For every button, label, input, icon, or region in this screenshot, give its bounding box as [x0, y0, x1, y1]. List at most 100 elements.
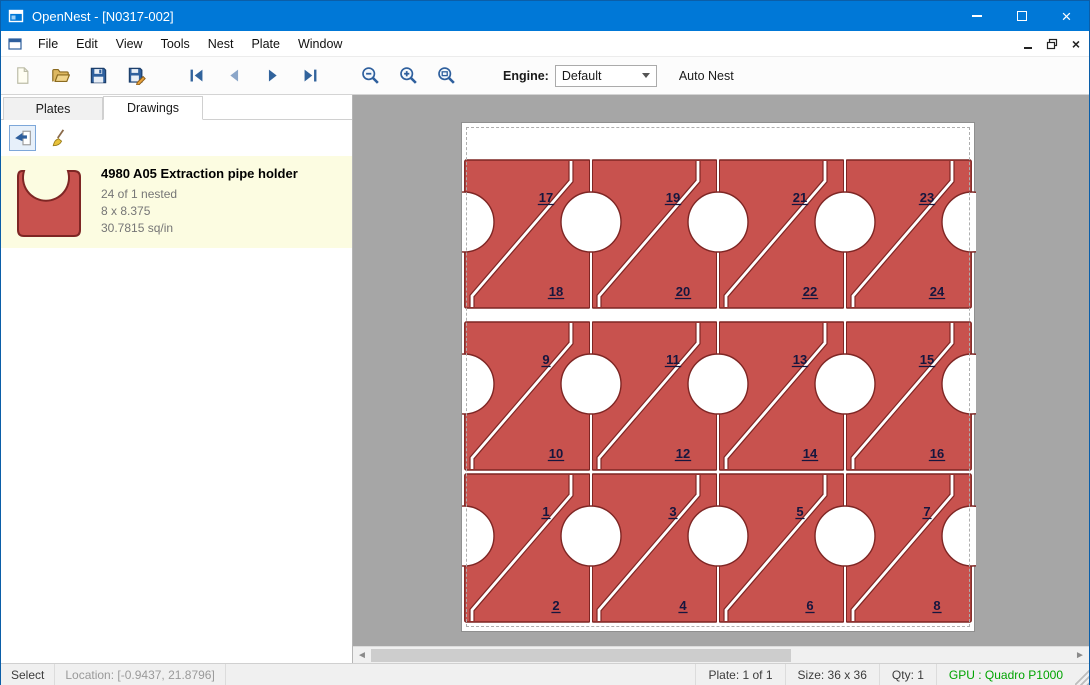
- new-button[interactable]: [7, 61, 37, 91]
- minimize-icon: [972, 15, 982, 17]
- part-number-label[interactable]: 4: [679, 598, 687, 613]
- tab-drawings[interactable]: Drawings: [103, 96, 203, 120]
- mdi-close-icon: ×: [1072, 36, 1080, 52]
- drawing-size: 8 x 8.375: [101, 203, 298, 220]
- part-number-label[interactable]: 12: [676, 446, 690, 461]
- open-button[interactable]: [45, 61, 75, 91]
- import-arrow-icon: [14, 129, 32, 147]
- part-number-label[interactable]: 23: [920, 190, 934, 205]
- mdi-minimize-button[interactable]: [1017, 34, 1039, 54]
- sidebar-tabs: Plates Drawings: [1, 95, 352, 120]
- sidebar-toolbar: [1, 120, 352, 156]
- save-as-button[interactable]: [121, 61, 151, 91]
- zoom-fit-button[interactable]: [431, 61, 461, 91]
- part-number-label[interactable]: 2: [552, 598, 559, 613]
- drawing-list-item[interactable]: 4980 A05 Extraction pipe holder 24 of 1 …: [1, 156, 352, 248]
- part-number-label[interactable]: 14: [803, 446, 818, 461]
- zoom-fit-icon: [437, 66, 456, 85]
- menu-nest[interactable]: Nest: [199, 33, 243, 55]
- close-button[interactable]: ×: [1044, 1, 1089, 31]
- zoom-out-icon: [361, 66, 380, 85]
- part-number-label[interactable]: 8: [933, 598, 940, 613]
- scroll-right-icon[interactable]: ►: [1073, 649, 1087, 662]
- mdi-close-button[interactable]: ×: [1065, 34, 1087, 54]
- nav-last-button[interactable]: [295, 61, 325, 91]
- part-number-label[interactable]: 19: [666, 190, 680, 205]
- clear-drawings-button[interactable]: [46, 125, 73, 151]
- part-pipe-hole: [688, 192, 748, 252]
- maximize-icon: [1017, 11, 1027, 21]
- menu-bar: File Edit View Tools Nest Plate Window ×: [1, 31, 1089, 57]
- horizontal-scrollbar[interactable]: ◄ ►: [353, 646, 1089, 663]
- status-bar: Select Location: [-0.9437, 21.8796] Plat…: [1, 663, 1089, 685]
- status-location: Location: [-0.9437, 21.8796]: [55, 664, 225, 685]
- nest-drawing: 171819202122232491011121314151612345678: [462, 123, 976, 633]
- maximize-button[interactable]: [999, 1, 1044, 31]
- mdi-restore-button[interactable]: [1041, 34, 1063, 54]
- part-number-label[interactable]: 1: [542, 504, 549, 519]
- open-folder-icon: [51, 66, 70, 85]
- nav-prev-button[interactable]: [219, 61, 249, 91]
- part-number-label[interactable]: 11: [666, 352, 680, 367]
- nav-first-button[interactable]: [181, 61, 211, 91]
- menu-view[interactable]: View: [107, 33, 152, 55]
- part-number-label[interactable]: 10: [549, 446, 563, 461]
- menu-window[interactable]: Window: [289, 33, 351, 55]
- zoom-out-button[interactable]: [355, 61, 385, 91]
- part-number-label[interactable]: 6: [806, 598, 813, 613]
- part-pipe-hole: [815, 192, 875, 252]
- scroll-left-icon[interactable]: ◄: [355, 649, 369, 662]
- part-number-label[interactable]: 9: [542, 352, 549, 367]
- part-pipe-hole: [815, 354, 875, 414]
- part-number-label[interactable]: 22: [803, 284, 817, 299]
- part-pipe-hole: [688, 354, 748, 414]
- nest-row: 9 10 11 12 13 14 15 16: [462, 322, 976, 471]
- title-bar: OpenNest - [N0317-002] ×: [1, 1, 1089, 31]
- engine-dropdown[interactable]: Default: [555, 65, 657, 87]
- part-number-label[interactable]: 3: [669, 504, 676, 519]
- save-button[interactable]: [83, 61, 113, 91]
- import-drawing-button[interactable]: [9, 125, 36, 151]
- mdi-restore-icon: [1046, 38, 1058, 50]
- chevron-down-icon: [642, 73, 650, 78]
- menu-file[interactable]: File: [29, 33, 67, 55]
- auto-nest-button[interactable]: Auto Nest: [673, 65, 740, 87]
- scrollbar-thumb[interactable]: [371, 649, 791, 662]
- part-pipe-hole: [561, 354, 621, 414]
- engine-label: Engine:: [503, 69, 549, 83]
- menu-plate[interactable]: Plate: [242, 33, 289, 55]
- resize-grip[interactable]: [1075, 664, 1089, 685]
- tab-plates[interactable]: Plates: [3, 97, 103, 120]
- status-qty: Qty: 1: [879, 664, 936, 685]
- part-number-label[interactable]: 16: [930, 446, 944, 461]
- part-pipe-hole: [561, 506, 621, 566]
- nav-next-button[interactable]: [257, 61, 287, 91]
- part-number-label[interactable]: 7: [923, 504, 930, 519]
- save-as-edit-icon: [127, 66, 146, 85]
- zoom-in-button[interactable]: [393, 61, 423, 91]
- minimize-button[interactable]: [954, 1, 999, 31]
- part-number-label[interactable]: 17: [539, 190, 553, 205]
- part-number-label[interactable]: 18: [549, 284, 563, 299]
- part-number-label[interactable]: 20: [676, 284, 690, 299]
- menu-tools[interactable]: Tools: [152, 33, 199, 55]
- status-mode: Select: [1, 664, 55, 685]
- part-number-label[interactable]: 21: [793, 190, 807, 205]
- part-pipe-hole: [561, 192, 621, 252]
- part-number-label[interactable]: 5: [796, 504, 803, 519]
- drawing-area: 30.7815 sq/in: [101, 220, 298, 237]
- drawing-info: 4980 A05 Extraction pipe holder 24 of 1 …: [101, 162, 298, 237]
- nest-canvas[interactable]: 171819202122232491011121314151612345678 …: [353, 95, 1089, 663]
- part-number-label[interactable]: 24: [930, 284, 945, 299]
- zoom-in-icon: [399, 66, 418, 85]
- plate-sheet[interactable]: 171819202122232491011121314151612345678: [461, 122, 975, 632]
- menu-edit[interactable]: Edit: [67, 33, 107, 55]
- part-pipe-hole: [688, 506, 748, 566]
- nav-prev-icon: [225, 66, 244, 85]
- close-icon: ×: [1062, 8, 1072, 25]
- part-number-label[interactable]: 13: [793, 352, 807, 367]
- nest-row: 17 18 19 20 21 22 23 24: [462, 160, 976, 309]
- main-toolbar: Engine: Default Auto Nest: [1, 57, 1089, 95]
- part-number-label[interactable]: 15: [920, 352, 934, 367]
- mdi-child-icon: [7, 36, 23, 52]
